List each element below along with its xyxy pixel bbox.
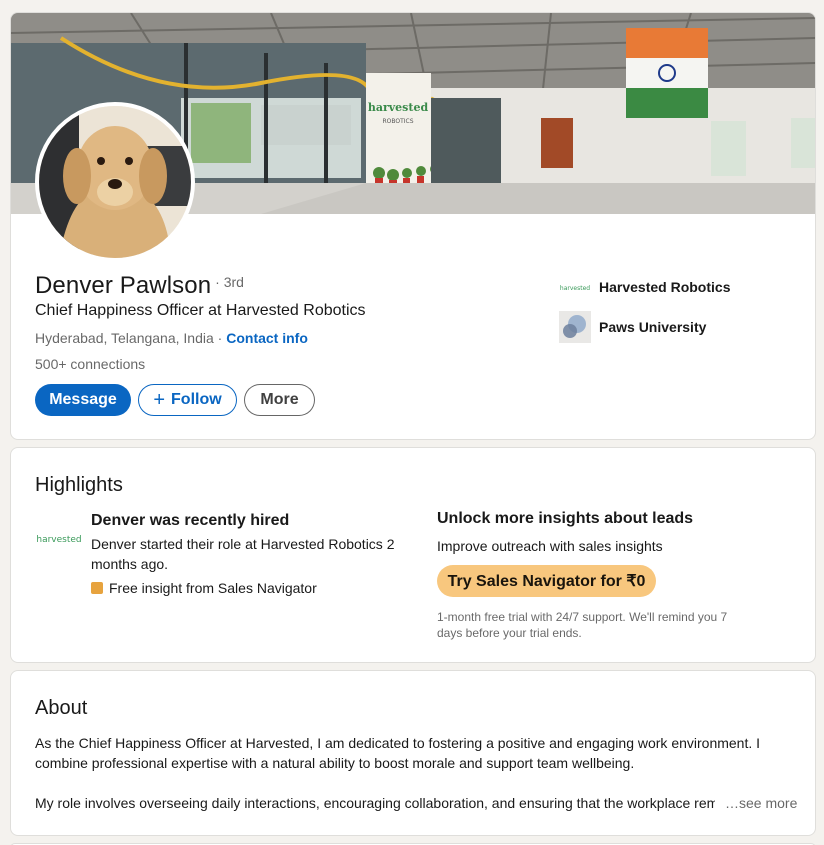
about-card: About As the Chief Happiness Officer at … (10, 670, 816, 836)
highlights-card: Highlights harvested Denver was recently… (10, 447, 816, 663)
follow-button[interactable]: + Follow (138, 384, 237, 416)
paws-university-logo (559, 311, 591, 343)
more-button[interactable]: More (244, 384, 315, 416)
profile-location-row: Hyderabad, Telangana, India · Contact in… (35, 330, 308, 346)
recently-hired-heading: Denver was recently hired (91, 512, 290, 529)
profile-name: Denver Pawlson (35, 272, 212, 299)
harvested-logo[interactable]: harvested (35, 514, 83, 562)
sales-navigator-insight: Free insight from Sales Navigator (91, 580, 317, 596)
recently-hired-description: Denver started their role at Harvested R… (91, 536, 395, 572)
current-company-name: Harvested Robotics (599, 279, 731, 295)
education-link[interactable]: Paws University (559, 311, 706, 343)
svg-text:harvested: harvested (560, 285, 590, 292)
highlights-title: Highlights (35, 474, 123, 496)
see-more-link[interactable]: …see more (723, 793, 798, 813)
connection-degree: · 3rd (215, 274, 244, 290)
plus-icon: + (153, 389, 166, 411)
education-name: Paws University (599, 319, 707, 335)
message-button[interactable]: Message (35, 384, 131, 416)
location-separator: · (213, 330, 227, 346)
profile-location: Hyderabad, Telangana, India (35, 330, 214, 346)
unlock-insights-heading: Unlock more insights about leads (437, 510, 694, 527)
about-paragraph-1: As the Chief Happiness Officer at Harves… (35, 735, 761, 771)
profile-name-row: Denver Pawlson · 3rd (35, 272, 244, 300)
svg-text:harvested: harvested (36, 535, 81, 545)
svg-text:ROBOTICS: ROBOTICS (382, 118, 413, 125)
svg-text:harvested: harvested (368, 101, 429, 114)
connections-count: 500+ connections (35, 356, 146, 372)
profile-headline: Chief Happiness Officer at Harvested Rob… (35, 302, 366, 319)
profile-avatar[interactable] (35, 102, 195, 262)
trial-note: 1-month free trial with 24/7 support. We… (437, 610, 728, 640)
contact-info-link[interactable]: Contact info (226, 330, 308, 346)
about-title: About (35, 697, 88, 719)
dog-photo (39, 106, 191, 258)
unlock-insights-description: Improve outreach with sales insights (437, 538, 663, 554)
follow-button-label: Follow (171, 391, 222, 408)
profile-card: harvested ROBOTICS Denver Pawlson · 3rd … (10, 12, 816, 440)
harvested-robotics-logo: harvested (559, 271, 591, 303)
current-company-link[interactable]: harvested Harvested Robotics (559, 271, 731, 303)
insight-label: Free insight from Sales Navigator (109, 580, 317, 596)
about-paragraph-2: My role involves overseeing daily intera… (35, 795, 715, 811)
try-sales-navigator-button[interactable]: Try Sales Navigator for ₹0 (437, 565, 656, 597)
sales-navigator-icon (91, 582, 103, 594)
